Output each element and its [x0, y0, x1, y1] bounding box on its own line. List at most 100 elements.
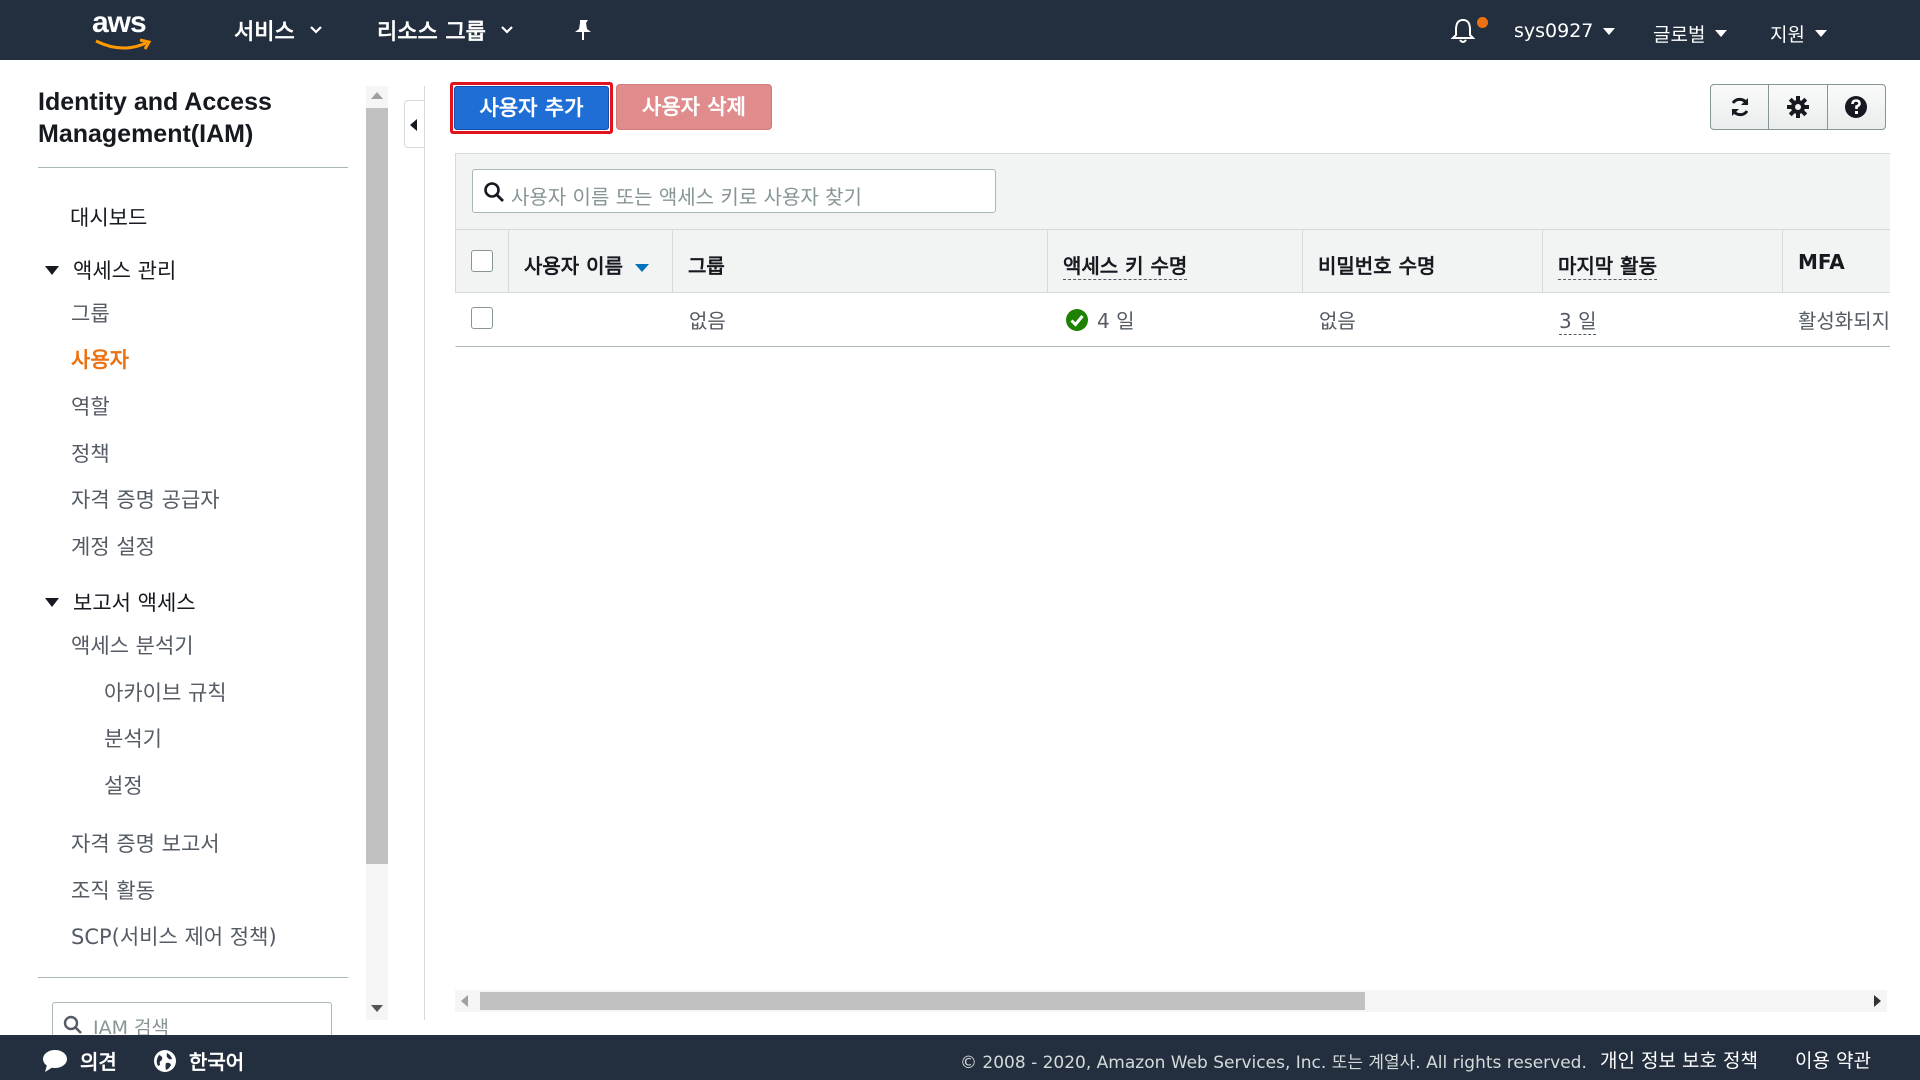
bell-icon[interactable]	[1448, 16, 1478, 46]
column-label: 사용자 이름	[524, 254, 623, 278]
globe-icon	[154, 1049, 176, 1072]
content-divider	[424, 86, 425, 1020]
account-menu[interactable]: sys0927	[1514, 20, 1616, 42]
scroll-up-arrow[interactable]	[371, 92, 383, 99]
sidebar-item-scp[interactable]: SCP(서비스 제어 정책)	[71, 921, 277, 951]
aws-logo[interactable]: aws	[90, 6, 160, 52]
delete-user-button: 사용자 삭제	[616, 84, 772, 130]
scrollbar-thumb[interactable]	[480, 992, 1365, 1010]
scroll-down-arrow[interactable]	[371, 1005, 383, 1012]
sidebar-item-identity-providers[interactable]: 자격 증명 공급자	[71, 484, 220, 514]
column-label: MFA	[1798, 250, 1845, 274]
cell-last-activity: 3 일	[1559, 305, 1597, 335]
refresh-icon	[1731, 97, 1749, 117]
refresh-button[interactable]	[1711, 85, 1770, 129]
cell-mfa: 활성화되지	[1798, 305, 1891, 334]
sidebar-title: Identity and Access Management(IAM)	[38, 88, 272, 148]
sidebar-scrollbar[interactable]	[366, 86, 388, 1020]
help-icon	[1845, 96, 1868, 118]
services-label: 서비스	[234, 20, 295, 45]
sidebar-item-roles[interactable]: 역할	[71, 391, 110, 421]
cell-groups: 없음	[689, 305, 726, 334]
scrollbar-thumb[interactable]	[366, 108, 388, 864]
support-label: 지원	[1770, 24, 1805, 46]
row-checkbox[interactable]	[471, 307, 493, 329]
sidebar-item-archive-rules[interactable]: 아카이브 규칙	[104, 677, 227, 707]
region-label: 글로벌	[1653, 24, 1706, 46]
sidebar-item-access-analyzer[interactable]: 액세스 분석기	[71, 630, 194, 660]
password-age-value: 없음	[1319, 309, 1356, 333]
aws-logo-text: aws	[92, 6, 147, 39]
column-label: 마지막 활동	[1558, 254, 1657, 280]
top-navigation: aws 서비스 리소스 그룹 sys0927 글로벌 지원	[0, 0, 1920, 60]
caret-down-icon	[1603, 27, 1616, 35]
sidebar-item-credential-report[interactable]: 자격 증명 보고서	[71, 828, 220, 858]
sidebar-section-access-management[interactable]: 액세스 관리	[42, 255, 176, 285]
services-menu[interactable]: 서비스	[234, 14, 323, 46]
collapse-sidebar-button[interactable]	[404, 100, 424, 148]
column-header-password-age: 비밀번호 수명	[1303, 230, 1543, 292]
caret-down-icon	[1814, 30, 1827, 37]
groups-value: 없음	[689, 309, 726, 333]
sidebar: Identity and Access Management(IAM) 대시보드…	[0, 60, 365, 1035]
feedback-button[interactable]: 의견	[42, 1046, 117, 1075]
sidebar-section-label: 보고서 액세스	[73, 591, 196, 615]
sidebar-item-users[interactable]: 사용자	[71, 344, 129, 374]
users-table-panel: 사용자 이름 또는 액세스 키로 사용자 찾기 사용자 이름 그룹 액세스 키 …	[455, 153, 1891, 347]
table-filter-bar: 사용자 이름 또는 액세스 키로 사용자 찾기	[455, 153, 1890, 229]
sidebar-item-organization-activity[interactable]: 조직 활동	[71, 875, 155, 905]
aws-smile-icon	[95, 38, 152, 50]
column-header-user-name[interactable]: 사용자 이름	[509, 230, 673, 292]
mfa-value: 활성화되지	[1798, 309, 1890, 333]
sidebar-section-label: 액세스 관리	[73, 259, 177, 283]
caret-down-icon	[1715, 30, 1728, 37]
select-all-cell	[456, 230, 509, 292]
column-label: 액세스 키 수명	[1063, 254, 1188, 280]
resource-groups-label: 리소스 그룹	[377, 20, 486, 45]
sidebar-item-analyzer-settings[interactable]: 설정	[104, 770, 143, 800]
search-icon	[484, 182, 504, 202]
triangle-left-icon	[410, 119, 417, 131]
sidebar-divider	[38, 977, 348, 978]
settings-button[interactable]	[1769, 85, 1828, 129]
footer: 의견 한국어 © 2008 - 2020, Amazon Web Service…	[0, 1035, 1920, 1080]
last-activity-value: 3 일	[1559, 305, 1597, 335]
sidebar-divider	[38, 167, 348, 168]
cell-password-age: 없음	[1319, 305, 1356, 334]
sidebar-item-analyzers[interactable]: 분석기	[104, 723, 162, 753]
region-menu[interactable]: 글로벌	[1653, 20, 1728, 47]
sidebar-item-policies[interactable]: 정책	[71, 438, 110, 468]
language-selector[interactable]: 한국어	[153, 1046, 244, 1075]
language-label: 한국어	[189, 1050, 245, 1074]
notification-dot	[1477, 17, 1488, 28]
column-header-mfa: MFA	[1783, 230, 1891, 292]
gear-icon	[1786, 96, 1809, 118]
sidebar-section-reports[interactable]: 보고서 액세스	[42, 587, 196, 617]
access-key-age-value: 4 일	[1097, 309, 1135, 333]
sort-descending-icon	[634, 263, 649, 272]
scroll-left-arrow[interactable]	[461, 995, 468, 1007]
pin-icon[interactable]	[572, 18, 594, 42]
sidebar-item-dashboard[interactable]: 대시보드	[70, 202, 147, 232]
table-actions	[1710, 84, 1886, 130]
add-user-button[interactable]: 사용자 추가	[454, 86, 609, 130]
table-row[interactable]: 없음 4 일 없음 3 일 활성화되지	[455, 293, 1890, 347]
chevron-down-icon	[309, 26, 322, 34]
speech-bubble-icon	[43, 1049, 67, 1072]
account-label: sys0927	[1514, 20, 1594, 42]
copyright-text: © 2008 - 2020, Amazon Web Services, Inc.…	[960, 1053, 1587, 1073]
sidebar-item-account-settings[interactable]: 계정 설정	[71, 531, 155, 561]
terms-of-use-link[interactable]: 이용 약관	[1795, 1046, 1871, 1073]
table-horizontal-scrollbar[interactable]	[455, 990, 1887, 1012]
triangle-down-icon	[45, 265, 59, 275]
help-button[interactable]	[1828, 85, 1885, 129]
column-label: 그룹	[688, 254, 725, 278]
scroll-right-arrow[interactable]	[1874, 995, 1881, 1007]
support-menu[interactable]: 지원	[1770, 20, 1827, 47]
select-all-checkbox[interactable]	[471, 250, 493, 272]
resource-groups-menu[interactable]: 리소스 그룹	[377, 14, 514, 46]
search-icon	[63, 1015, 82, 1034]
user-search-input[interactable]: 사용자 이름 또는 액세스 키로 사용자 찾기	[472, 169, 996, 213]
privacy-policy-link[interactable]: 개인 정보 보호 정책	[1600, 1046, 1758, 1073]
sidebar-item-groups[interactable]: 그룹	[71, 298, 110, 328]
